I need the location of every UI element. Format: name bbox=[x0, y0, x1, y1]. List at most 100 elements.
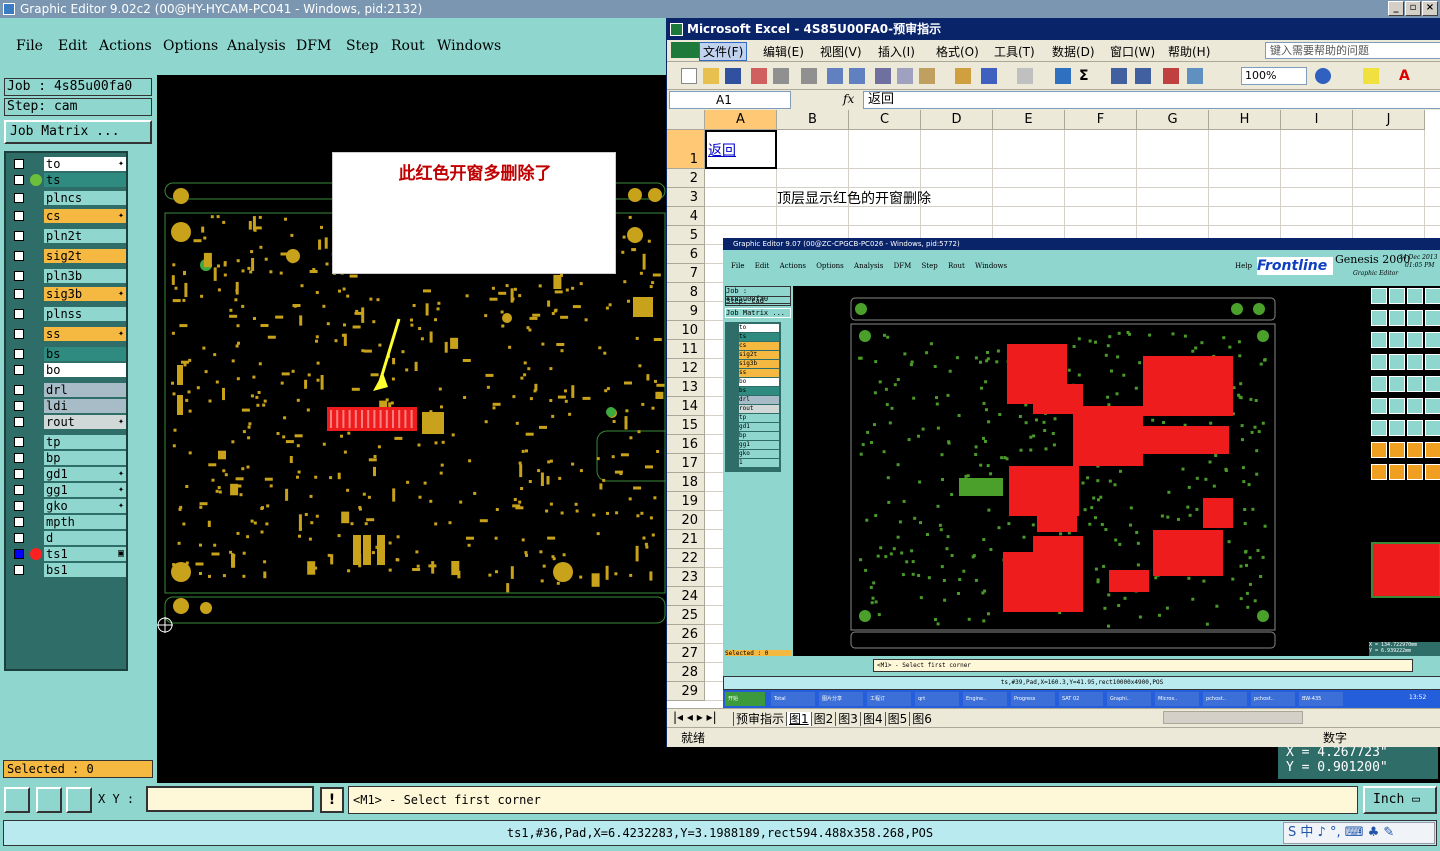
layer-row-ss[interactable]: ss ✦ bbox=[10, 327, 126, 341]
layer-name[interactable]: bs1 bbox=[44, 563, 126, 577]
layer-row-bp[interactable]: bp bbox=[10, 451, 126, 465]
layer-row-to[interactable]: to ✦ bbox=[10, 157, 126, 171]
layer-row-mpth[interactable]: mpth bbox=[10, 515, 126, 529]
layer-row-cs[interactable]: cs ✦ bbox=[10, 209, 126, 223]
layer-row-plncs[interactable]: plncs bbox=[10, 191, 126, 205]
zoom-select[interactable]: 100% bbox=[1241, 67, 1307, 85]
column-header-f[interactable]: F bbox=[1065, 110, 1137, 130]
layer-row-ts1[interactable]: ts1 ▣ bbox=[10, 547, 126, 561]
layer-name[interactable]: d bbox=[44, 531, 126, 545]
cut-icon[interactable] bbox=[875, 68, 891, 84]
worksheet-grid[interactable]: ABCDEFGHIJ 1 2 3 4 5 6 7 8 9 10 11 12 13 14 15 16 17 18 19… bbox=[667, 110, 1440, 708]
layer-checkbox[interactable] bbox=[14, 517, 24, 527]
hyperlink-icon[interactable] bbox=[1055, 68, 1071, 84]
menu-edit[interactable]: Edit bbox=[58, 38, 87, 54]
workbook-icon[interactable] bbox=[671, 42, 699, 58]
layer-name[interactable]: ss ✦ bbox=[44, 327, 126, 341]
layer-row-gko[interactable]: gko ✦ bbox=[10, 499, 126, 513]
layer-row-tp[interactable]: tp bbox=[10, 435, 126, 449]
row-header-22[interactable]: 22 bbox=[667, 549, 705, 568]
format-painter-icon[interactable] bbox=[955, 68, 971, 84]
row-header-8[interactable]: 8 bbox=[667, 283, 705, 302]
sheet-tab-6[interactable]: 图6 bbox=[909, 712, 934, 726]
layer-row-gd1[interactable]: gd1 ✦ bbox=[10, 467, 126, 481]
layer-checkbox[interactable] bbox=[14, 533, 24, 543]
row-header-10[interactable]: 10 bbox=[667, 321, 705, 340]
font-color-icon[interactable]: A bbox=[1399, 68, 1415, 84]
save-icon[interactable] bbox=[725, 68, 741, 84]
row-header-7[interactable]: 7 bbox=[667, 264, 705, 283]
excel-menu-edit[interactable]: 编辑(E) bbox=[763, 43, 804, 60]
select-all[interactable] bbox=[667, 110, 705, 130]
row-header-17[interactable]: 17 bbox=[667, 454, 705, 473]
layer-checkbox[interactable] bbox=[14, 417, 24, 427]
row-header-4[interactable]: 4 bbox=[667, 207, 705, 226]
row-header-29[interactable]: 29 bbox=[667, 682, 705, 701]
row-header-26[interactable]: 26 bbox=[667, 625, 705, 644]
close-button[interactable]: × bbox=[1422, 1, 1438, 16]
row-header-28[interactable]: 28 bbox=[667, 663, 705, 682]
layer-row-sig3b[interactable]: sig3b ✦ bbox=[10, 287, 126, 301]
chart-wizard-icon[interactable] bbox=[1163, 68, 1179, 84]
column-header-b[interactable]: B bbox=[777, 110, 849, 130]
layer-checkbox[interactable] bbox=[14, 401, 24, 411]
menu-analysis[interactable]: Analysis bbox=[227, 38, 286, 54]
row-header-6[interactable]: 6 bbox=[667, 245, 705, 264]
xy-input[interactable] bbox=[146, 786, 314, 812]
sheet-tab-0[interactable]: 预审指示 bbox=[733, 712, 787, 726]
layer-name[interactable]: sig3b ✦ bbox=[44, 287, 126, 301]
layer-checkbox[interactable] bbox=[14, 453, 24, 463]
excel-menu-data[interactable]: 数据(D) bbox=[1052, 43, 1095, 60]
menu-file[interactable]: File bbox=[16, 38, 43, 54]
embedded-screenshot[interactable]: Graphic Editor 9.07 (00@ZC-CPGCB-PC026 -… bbox=[723, 238, 1440, 708]
layer-name[interactable]: tp bbox=[44, 435, 126, 449]
layer-name[interactable]: ts1 ▣ bbox=[44, 547, 126, 561]
layer-name[interactable]: cs ✦ bbox=[44, 209, 126, 223]
layer-checkbox[interactable] bbox=[14, 159, 24, 169]
layer-checkbox[interactable] bbox=[14, 349, 24, 359]
excel-menu-format[interactable]: 格式(O) bbox=[936, 43, 979, 60]
sheet-tab-4[interactable]: 图4 bbox=[859, 712, 885, 726]
column-header-g[interactable]: G bbox=[1137, 110, 1209, 130]
name-box[interactable]: A1 bbox=[669, 91, 791, 109]
layer-name[interactable]: bs bbox=[44, 347, 126, 361]
layer-checkbox[interactable] bbox=[14, 251, 24, 261]
menu-dfm[interactable]: DFM bbox=[296, 38, 331, 54]
undo-icon[interactable] bbox=[981, 68, 997, 84]
menu-windows[interactable]: Windows bbox=[437, 38, 501, 54]
ime-toolbar[interactable]: S 中 ♪ °, ⌨ ♣ ✎ bbox=[1283, 822, 1435, 844]
column-header-d[interactable]: D bbox=[921, 110, 993, 130]
layer-row-bo[interactable]: bo bbox=[10, 363, 126, 377]
zoom-tool-icon[interactable] bbox=[4, 787, 30, 813]
open-icon[interactable] bbox=[703, 68, 719, 84]
row-header-23[interactable]: 23 bbox=[667, 568, 705, 587]
layer-row-pln2t[interactable]: pln2t bbox=[10, 229, 126, 243]
layer-checkbox[interactable] bbox=[14, 501, 24, 511]
layer-row-pln3b[interactable]: pln3b bbox=[10, 269, 126, 283]
layer-name[interactable]: sig2t bbox=[44, 249, 126, 263]
autosum-icon[interactable]: Σ bbox=[1079, 68, 1095, 84]
layer-name[interactable]: bp bbox=[44, 451, 126, 465]
print-preview-icon[interactable] bbox=[801, 68, 817, 84]
layer-checkbox[interactable] bbox=[14, 309, 24, 319]
layer-checkbox[interactable] bbox=[14, 485, 24, 495]
layer-name[interactable]: ts bbox=[44, 173, 126, 187]
alert-button[interactable]: ! bbox=[320, 787, 344, 813]
paste-icon[interactable] bbox=[919, 68, 935, 84]
layer-checkbox[interactable] bbox=[14, 385, 24, 395]
excel-menu-window[interactable]: 窗口(W) bbox=[1110, 43, 1155, 60]
minimize-button[interactable]: _ bbox=[1388, 1, 1404, 16]
maximize-button[interactable]: ▫ bbox=[1405, 1, 1421, 16]
row-header-15[interactable]: 15 bbox=[667, 416, 705, 435]
excel-menu-view[interactable]: 视图(V) bbox=[820, 43, 862, 60]
row-header-2[interactable]: 2 bbox=[667, 169, 705, 188]
help-icon[interactable] bbox=[1315, 68, 1331, 84]
spelling-icon[interactable] bbox=[827, 68, 843, 84]
row-header-12[interactable]: 12 bbox=[667, 359, 705, 378]
layer-checkbox[interactable] bbox=[14, 437, 24, 447]
print-icon[interactable] bbox=[773, 68, 789, 84]
row-header-14[interactable]: 14 bbox=[667, 397, 705, 416]
layer-row-sig2t[interactable]: sig2t bbox=[10, 249, 126, 263]
help-search-input[interactable]: 键入需要帮助的问题 bbox=[1265, 42, 1440, 59]
layer-row-drl[interactable]: drl bbox=[10, 383, 126, 397]
